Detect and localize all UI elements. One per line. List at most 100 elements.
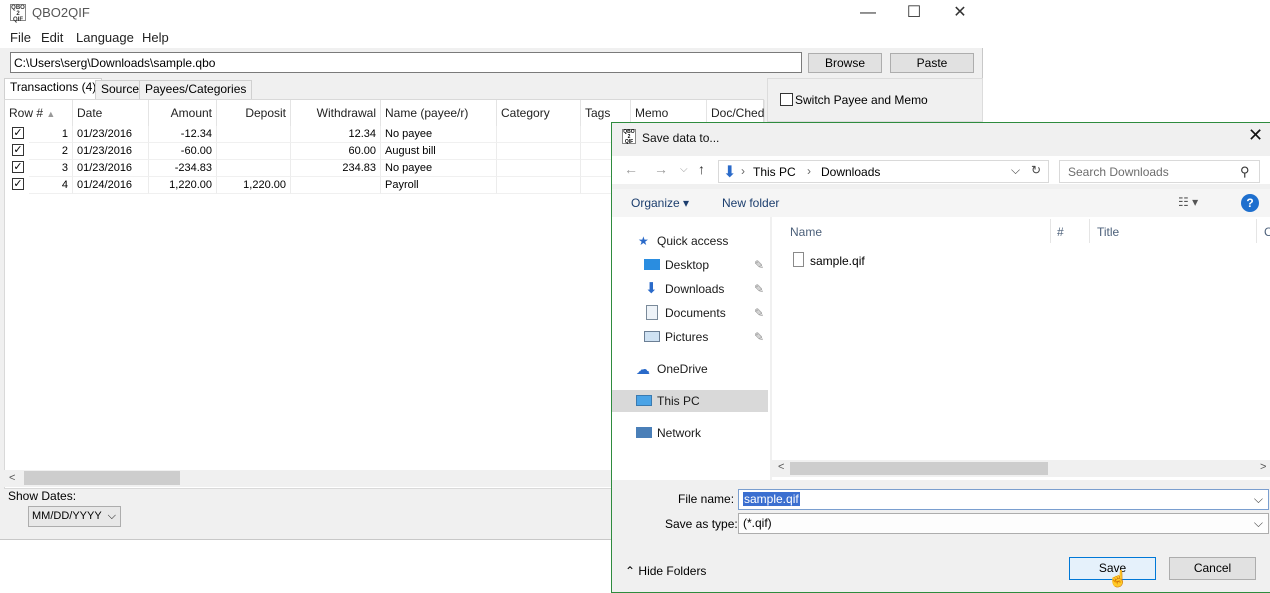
search-input[interactable]: Search Downloads [1059,160,1260,183]
address-bar[interactable]: ⬇ › This PC › Downloads ⌵ ↻ [718,160,1049,183]
minimize-button[interactable]: — [845,0,891,26]
row-date: 01/23/2016 [73,126,149,143]
breadcrumb-separator-icon: › [741,164,745,178]
column-divider[interactable] [1050,219,1051,243]
view-options-icon[interactable]: ☷ ▾ [1178,195,1198,209]
file-path-input[interactable]: C:\Users\serg\Downloads\sample.qbo [10,52,802,73]
column-header-number[interactable]: # [1057,225,1064,239]
nav-documents[interactable]: Documents ✎ [612,302,768,324]
column-header-date[interactable]: Date [73,100,149,126]
scrollbar-thumb[interactable] [790,462,1048,475]
up-arrow-icon[interactable]: ↑ [698,161,705,177]
search-icon[interactable]: ⚲ [1240,164,1250,180]
close-icon[interactable]: ✕ [1248,125,1263,146]
pin-icon[interactable]: ✎ [754,302,764,324]
file-name-input[interactable]: sample.qif ⌵ [738,489,1269,510]
switch-payee-memo-label: Switch Payee and Memo [795,93,928,107]
column-header-name[interactable]: Name (payee/r) [381,100,497,126]
forward-arrow-icon[interactable]: → [654,161,668,177]
row-withdrawal: 12.34 [291,126,381,143]
row-checkbox[interactable]: ✓ [12,144,24,156]
row-date: 01/23/2016 [73,143,149,160]
row-name: No payee [381,126,497,143]
file-list-horizontal-scrollbar[interactable]: < > [772,460,1270,477]
save-dialog: QBO 2 QIF Save data to... ✕ ← → ⌵ ↑ ⬇ › Th… [611,122,1270,593]
row-amount: 1,220.00 [149,177,217,194]
chevron-down-icon: ⌵ [107,510,116,522]
nav-network[interactable]: Network [612,422,768,444]
date-format-value: MM/DD/YYYY [32,510,102,522]
row-date: 01/24/2016 [73,177,149,194]
computer-icon [636,395,652,406]
breadcrumb-separator-icon: › [807,164,811,178]
column-header-title[interactable]: Title [1097,225,1119,239]
cancel-button[interactable]: Cancel [1169,557,1256,580]
scrollbar-thumb[interactable] [24,471,180,485]
menu-bar: File Edit Language Help [0,26,983,48]
row-category [497,143,581,160]
row-deposit [217,126,291,143]
nav-desktop[interactable]: Desktop ✎ [612,254,768,276]
title-bar: QBO 2 QIF QBO2QIF — ☐ ✕ [0,0,983,26]
hide-folders-button[interactable]: ⌃ Hide Folders [625,564,706,578]
maximize-button[interactable]: ☐ [891,0,937,26]
refresh-icon[interactable]: ↻ [1031,163,1041,177]
pin-icon[interactable]: ✎ [754,326,764,348]
row-checkbox[interactable]: ✓ [12,161,24,173]
navigation-pane: ★ Quick access Desktop ✎ ⬇ Downloads ✎ D… [612,217,770,480]
table-horizontal-scrollbar[interactable]: < [4,470,611,487]
switch-payee-memo-checkbox[interactable] [780,93,793,106]
menu-edit[interactable]: Edit [41,30,63,45]
chevron-down-icon[interactable]: ⌵ [1011,163,1020,178]
nav-this-pc[interactable]: This PC [612,390,768,412]
dialog-title: Save data to... [642,131,720,145]
column-header-co[interactable]: Co [1264,225,1270,239]
nav-downloads[interactable]: ⬇ Downloads ✎ [612,278,768,300]
row-checkbox[interactable]: ✓ [12,127,24,139]
help-icon[interactable]: ? [1241,194,1259,212]
menu-file[interactable]: File [10,30,31,45]
paste-button[interactable]: Paste [890,53,974,73]
column-header-row[interactable]: Row # ▲ [5,100,73,126]
scroll-left-icon[interactable]: < [9,470,15,487]
nav-quick-access[interactable]: ★ Quick access [612,230,768,252]
nav-pictures[interactable]: Pictures ✎ [612,326,768,348]
browse-button[interactable]: Browse [808,53,882,73]
app-icon: QBO 2 QIF [10,4,26,23]
column-header-withdrawal[interactable]: Withdrawal [291,100,381,126]
pin-icon[interactable]: ✎ [754,278,764,300]
chevron-down-icon[interactable]: ⌵ [1254,492,1263,507]
row-number: 3 [29,160,73,177]
pin-icon[interactable]: ✎ [754,254,764,276]
tab-transactions[interactable]: Transactions (4) [4,78,103,100]
save-as-type-select[interactable]: (*.qif) ⌵ [738,513,1269,534]
scroll-left-icon[interactable]: < [778,461,784,473]
row-name: No payee [381,160,497,177]
column-divider[interactable] [1256,219,1257,243]
breadcrumb-downloads[interactable]: Downloads [821,165,880,179]
organize-button[interactable]: Organize ▾ [631,196,689,210]
list-item[interactable]: sample.qif [788,251,988,271]
nav-onedrive[interactable]: ☁ OneDrive [612,358,768,380]
close-button[interactable]: ✕ [937,0,983,26]
column-header-deposit[interactable]: Deposit [217,100,291,126]
menu-language[interactable]: Language [76,30,134,45]
column-divider[interactable] [1089,219,1090,243]
recent-locations-icon[interactable]: ⌵ [680,164,688,175]
date-format-select[interactable]: MM/DD/YYYY ⌵ [28,506,121,527]
new-folder-button[interactable]: New folder [722,196,779,210]
star-icon: ★ [638,234,649,248]
menu-help[interactable]: Help [142,30,169,45]
tab-source[interactable]: Source [95,80,146,99]
window-title: QBO2QIF [32,5,90,20]
breadcrumb-this-pc[interactable]: This PC [753,165,796,179]
scroll-right-icon[interactable]: > [1260,461,1266,473]
back-arrow-icon[interactable]: ← [624,161,638,177]
row-checkbox[interactable]: ✓ [12,178,24,190]
column-header-category[interactable]: Category [497,100,581,126]
row-withdrawal [291,177,381,194]
row-date: 01/23/2016 [73,160,149,177]
column-header-name[interactable]: Name [790,225,822,239]
column-header-amount[interactable]: Amount [149,100,217,126]
tab-payees-categories[interactable]: Payees/Categories [139,80,253,99]
